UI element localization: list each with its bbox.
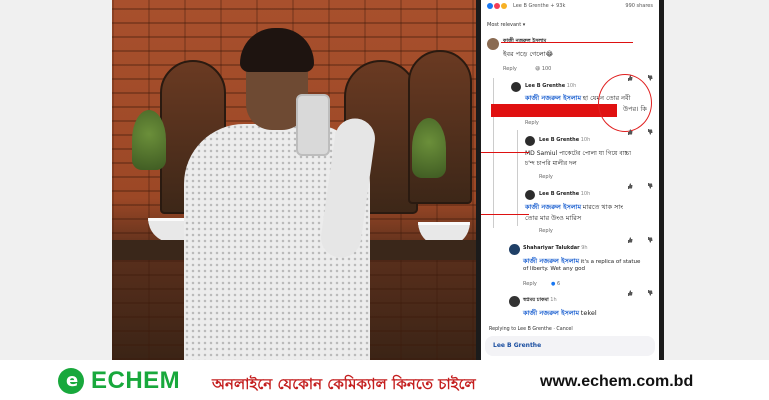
love-icon: [494, 3, 500, 9]
thumbs-up-icon[interactable]: [627, 120, 633, 135]
strike-line: [481, 152, 529, 153]
highlight-circle: [598, 74, 652, 132]
left-margin: [0, 0, 112, 360]
reply-link[interactable]: Reply: [523, 281, 537, 287]
reaction-icons: [487, 3, 507, 9]
comment-6: কাজী নজরুল ইসলাম tekel: [523, 308, 597, 319]
echem-brand: ECHEM: [91, 367, 181, 394]
reply-input[interactable]: Lee B Grenthe: [485, 336, 655, 356]
mention-tag[interactable]: কাজী নজরুল ইসলাম: [523, 309, 579, 317]
avatar[interactable]: [487, 38, 499, 50]
strike-line: [481, 214, 529, 215]
comment-author[interactable]: Lee B Grenthe: [539, 137, 579, 143]
thumbs-down-icon[interactable]: [647, 120, 653, 135]
avatar[interactable]: [525, 136, 535, 146]
mention-tag[interactable]: কাজী নজরুল ইসলাম: [525, 203, 581, 211]
screenshot-canvas: Lee B Grenthe + 93k 990 shares Most rele…: [0, 0, 769, 360]
thumbs-down-icon[interactable]: [647, 174, 653, 189]
sort-dropdown[interactable]: Most relevant ▾: [487, 22, 525, 28]
thumbs-down-icon[interactable]: [647, 281, 653, 296]
comment-3-header: Lee B Grenthe 10h: [539, 137, 590, 143]
thumbs-down-icon[interactable]: [647, 228, 653, 243]
comment-text-2: তোর মার উংও মারিস: [525, 214, 582, 222]
comment-4: কাজী নজরুল ইসলাম মারতে থাক সাং: [525, 202, 623, 213]
share-count[interactable]: 990 shares: [625, 3, 653, 9]
mention-tag[interactable]: কাজী নজরুল ইসলাম: [525, 94, 581, 102]
strike-line: [501, 42, 633, 43]
avatar[interactable]: [509, 296, 520, 307]
comment-author[interactable]: Lee B Grenthe: [539, 191, 579, 197]
reply-link[interactable]: Reply: [539, 174, 553, 180]
like-icon: [487, 3, 493, 9]
comment-time: 10h: [566, 83, 577, 89]
reply-link[interactable]: Reply: [503, 66, 517, 72]
reactions-bar: Lee B Grenthe + 93k 990 shares: [481, 0, 659, 14]
comments-screenshot: Lee B Grenthe + 93k 990 shares Most rele…: [476, 0, 664, 360]
banner-url[interactable]: www.echem.com.bd: [540, 373, 693, 391]
thread-line: [493, 78, 494, 228]
reaction-names[interactable]: Lee B Grenthe + 93k: [513, 3, 565, 9]
reply-input-text[interactable]: Lee B Grenthe: [493, 342, 541, 349]
comment-author[interactable]: Lee B Grenthe: [525, 83, 565, 89]
thread-line: [517, 130, 518, 226]
comment-author[interactable]: স্বপ্নময় চাকমা: [523, 297, 549, 303]
comment-text: it's a replica of statue: [580, 259, 641, 265]
like-count: ● 6: [551, 281, 561, 287]
mention-tag[interactable]: কাজী নজরুল ইসলাম: [523, 257, 579, 265]
avatar[interactable]: [511, 82, 521, 92]
reply-link[interactable]: Reply: [525, 120, 539, 126]
plant-icon: [412, 118, 446, 178]
thumbs-down-icon[interactable]: [647, 66, 653, 81]
reaction-count: 😆 100: [535, 66, 552, 72]
phone-icon: [296, 94, 330, 156]
haha-icon: [501, 3, 507, 9]
comment-text-2: চ'ন্দ চাপরি মালীর দল: [525, 160, 577, 167]
comment-time: 10h: [580, 137, 591, 143]
comment-author[interactable]: Shahariyar Talukdar: [523, 245, 580, 251]
comment-6-header: স্বপ্নময় চাকমা 1h: [523, 297, 557, 305]
replying-to-label[interactable]: Replying to Lee B Grenthe · Cancel: [489, 327, 573, 332]
avatar[interactable]: [509, 244, 520, 255]
comment-text: মারতে থাক সাং: [582, 203, 624, 211]
reply-link[interactable]: Reply: [539, 228, 553, 234]
plant-icon: [132, 110, 166, 170]
thumbs-up-icon[interactable]: [627, 228, 633, 243]
comment-text-2: of liberty. Wet any god: [523, 266, 585, 272]
comment-time: 1h: [550, 297, 557, 303]
avatar[interactable]: [525, 190, 535, 200]
comment-text: ইবর পড়ে গেলো😂: [503, 50, 554, 58]
selfie-photo: [112, 0, 476, 360]
comment-time: 9h: [581, 245, 588, 251]
right-margin: [664, 0, 769, 360]
thumbs-up-icon[interactable]: [627, 174, 633, 189]
banner-tagline: অনলাইনে যেকোন কেমিক্যাল কিনতে চাইলে: [212, 375, 476, 393]
thumbs-up-icon[interactable]: [627, 66, 633, 81]
comment-time: 10h: [580, 191, 591, 197]
echem-logo-mark: e: [66, 370, 79, 391]
person-hair: [240, 28, 314, 72]
comment-5-header: Shahariyar Talukdar 9h: [523, 245, 588, 251]
comment-2-header: Lee B Grenthe 10h: [525, 83, 576, 89]
comment-4-header: Lee B Grenthe 10h: [539, 191, 590, 197]
comment-text: tekel: [580, 309, 597, 317]
thumbs-up-icon[interactable]: [627, 281, 633, 296]
